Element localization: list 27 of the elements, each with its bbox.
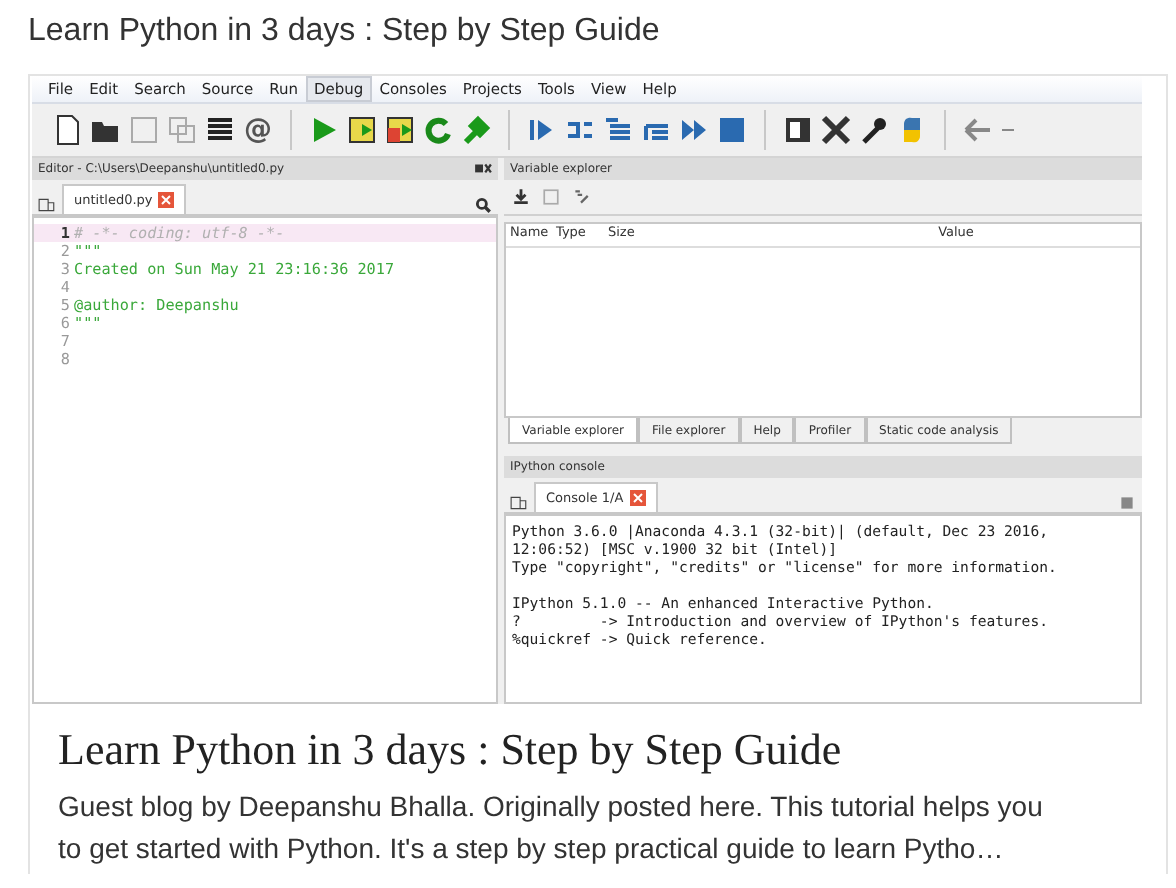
browse-tabs-icon[interactable] xyxy=(38,196,56,214)
run-cell-icon[interactable] xyxy=(346,114,378,146)
fullscreen-icon[interactable] xyxy=(820,114,852,146)
stop-icon[interactable] xyxy=(716,114,748,146)
stop-icon[interactable] xyxy=(1118,494,1136,512)
debug-icon[interactable] xyxy=(460,114,492,146)
close-icon[interactable] xyxy=(629,490,646,506)
new-file-icon[interactable] xyxy=(52,114,84,146)
link-card[interactable] xyxy=(28,74,1168,874)
card-description: Guest blog by Deepanshu Bhalla. Originally posted here. This tutorial helps you to get started with Python. It's a step by step practical guide to learn Pytho… xyxy=(56,788,1045,868)
card-title[interactable]: Learn Python in 3 days : Step by Step Guide xyxy=(30,704,1166,776)
continue-icon[interactable] xyxy=(678,114,710,146)
import-icon[interactable] xyxy=(512,188,530,206)
email-button[interactable]: @ xyxy=(242,114,274,146)
rerun-icon[interactable] xyxy=(422,114,454,146)
maximize-pane-icon[interactable] xyxy=(782,114,814,146)
close-icon[interactable] xyxy=(158,192,175,208)
browse-tabs-icon[interactable] xyxy=(510,494,528,512)
search-icon[interactable] xyxy=(474,196,492,214)
wrench-icon[interactable] xyxy=(858,114,890,146)
back-arrow-icon[interactable] xyxy=(962,114,994,146)
page-title: Learn Python in 3 days : Step by Step Guide xyxy=(28,12,662,52)
step-return-icon[interactable] xyxy=(602,114,634,146)
list-icon[interactable] xyxy=(204,114,236,146)
console-output[interactable] xyxy=(504,514,1142,704)
undock-close-icon[interactable] xyxy=(474,160,492,178)
run-cell-advance-icon[interactable] xyxy=(384,114,416,146)
